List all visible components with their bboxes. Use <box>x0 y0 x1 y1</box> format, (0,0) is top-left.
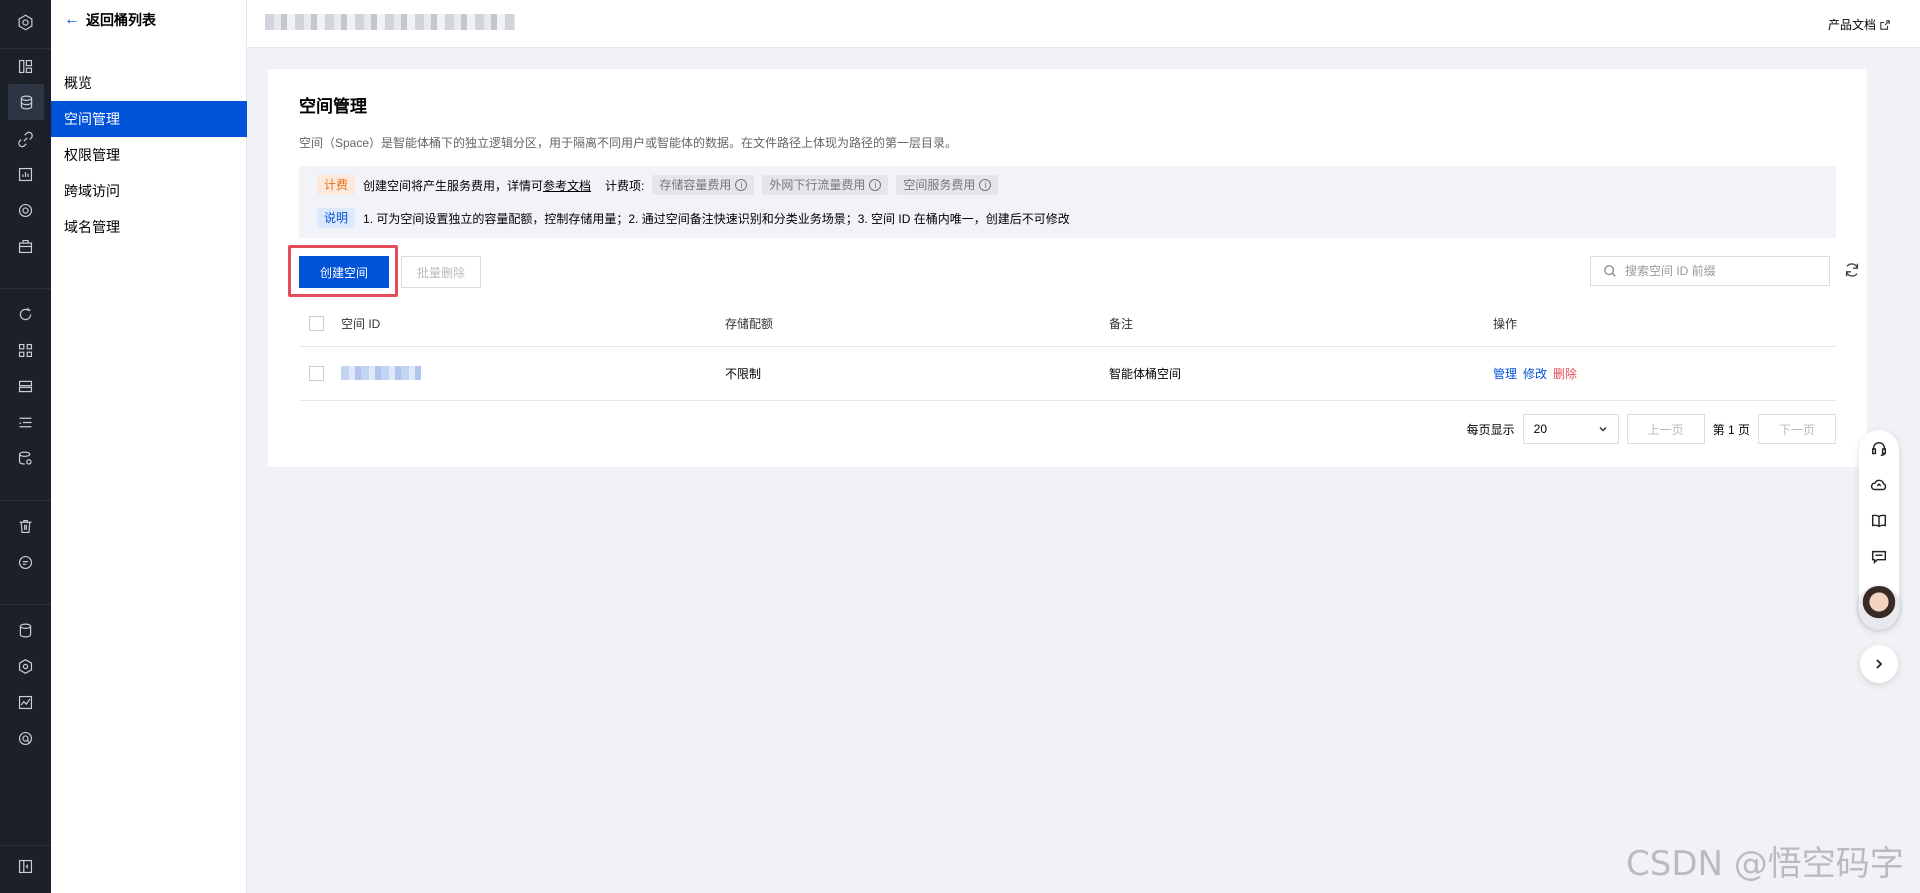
icon-rail <box>0 0 51 893</box>
back-label: 返回桶列表 <box>86 12 156 28</box>
edit-link[interactable]: 修改 <box>1523 367 1547 381</box>
info-icon: i <box>869 179 882 191</box>
note-tag: 说明 <box>317 208 356 228</box>
headset-support-icon[interactable] <box>1870 440 1888 458</box>
top-header: 产品文档 <box>247 0 1920 48</box>
table-header-row: 空间 ID 存储配额 备注 操作 <box>299 302 1836 347</box>
assistant-avatar[interactable] <box>1858 586 1900 628</box>
refresh-icon[interactable] <box>1843 261 1861 279</box>
next-page-button[interactable]: 下一页 <box>1758 414 1836 444</box>
sidebar-item-domain-management[interactable]: 域名管理 <box>51 209 247 245</box>
header-note: 备注 <box>1109 302 1493 347</box>
sidebar-menu: 概览 空间管理 权限管理 跨域访问 域名管理 <box>51 65 247 245</box>
search-icon <box>1604 265 1616 277</box>
prev-page-button[interactable]: 上一页 <box>1626 414 1705 444</box>
billing-item-traffic[interactable]: 外网下行流量费用 i <box>762 175 889 195</box>
sidebar-item-space-management[interactable]: 空间管理 <box>51 101 247 137</box>
info-icon: i <box>979 179 992 191</box>
note-row: 说明 1. 可为空间设置独立的容量配额，控制存储用量；2. 通过空间备注快速识别… <box>317 208 1070 228</box>
cell-actions: 管理 修改 删除 <box>1493 346 1836 401</box>
info-box: 计费 创建空间将产生服务费用，详情可参考文档 计费项: 存储容量费用 i 外网下行… <box>299 166 1836 238</box>
chevron-right-icon <box>1876 659 1883 669</box>
page-description: 空间（Space）是智能体桶下的独立逻辑分区，用于隔离不同用户或智能体的数据。在… <box>299 136 958 150</box>
info-icon: i <box>735 179 748 191</box>
page-size-select[interactable]: 20 <box>1522 414 1619 444</box>
batch-delete-button[interactable]: 批量删除 <box>401 256 481 288</box>
billing-tag: 计费 <box>317 175 356 195</box>
message-search-icon[interactable] <box>16 553 35 572</box>
pagination: 每页显示 20 上一页 第 1 页 下一页 <box>1467 414 1836 444</box>
layers-icon[interactable] <box>16 377 35 396</box>
sidebar-item-permission-management[interactable]: 权限管理 <box>51 137 247 173</box>
blurred-space-id[interactable] <box>341 366 421 381</box>
book-docs-icon[interactable] <box>1870 512 1888 530</box>
create-space-button[interactable]: 创建空间 <box>299 256 389 288</box>
blurred-bucket-name <box>265 14 515 30</box>
sidebar-item-cors[interactable]: 跨域访问 <box>51 173 247 209</box>
database-icon[interactable] <box>16 621 35 640</box>
search-refresh-icon[interactable] <box>16 305 35 324</box>
feedback-icon[interactable] <box>1870 548 1888 566</box>
monitor-chart-icon[interactable] <box>16 165 35 184</box>
arrow-left-icon: ← <box>64 11 80 28</box>
delete-link[interactable]: 删除 <box>1553 367 1577 381</box>
expand-toolbar-button[interactable] <box>1860 645 1898 683</box>
space-table: 空间 ID 存储配额 备注 操作 不限制 智能体桶空间 管理 修改 删除 <box>299 302 1836 401</box>
external-link-icon <box>1880 19 1890 30</box>
page-indicator: 第 1 页 <box>1712 422 1750 437</box>
product-doc-label: 产品文档 <box>1827 18 1876 32</box>
billing-items-label: 计费项: <box>605 178 645 193</box>
sidebar-item-overview[interactable]: 概览 <box>51 65 247 101</box>
link-icon[interactable] <box>16 130 35 149</box>
shield-hex-icon[interactable] <box>16 657 35 676</box>
product-doc-link[interactable]: 产品文档 <box>1828 16 1890 33</box>
watermark: CSDN @悟空码字 <box>1626 844 1904 884</box>
product-logo-icon[interactable] <box>16 13 35 32</box>
search-input[interactable] <box>1625 264 1815 278</box>
analytics-icon[interactable] <box>16 693 35 712</box>
back-to-bucket-list-link[interactable]: ← 返回桶列表 <box>64 10 156 30</box>
select-all-checkbox[interactable] <box>309 316 324 332</box>
database-settings-icon[interactable] <box>16 449 35 468</box>
apps-grid-icon[interactable] <box>16 341 35 360</box>
manage-link[interactable]: 管理 <box>1493 367 1517 381</box>
header-space-id: 空间 ID <box>341 302 725 347</box>
collapse-sidebar-icon[interactable] <box>16 857 35 876</box>
table-row: 不限制 智能体桶空间 管理 修改 删除 <box>299 346 1836 401</box>
billing-item-space-service[interactable]: 空间服务费用 i <box>896 175 999 195</box>
billing-item-storage[interactable]: 存储容量费用 i <box>652 175 755 195</box>
page-size-value: 20 <box>1533 422 1548 436</box>
main-card: 空间管理 空间（Space）是智能体桶下的独立逻辑分区，用于隔离不同用户或智能体… <box>268 69 1867 467</box>
task-list-icon[interactable] <box>16 413 35 432</box>
dashboard-icon[interactable] <box>16 57 35 76</box>
per-page-label: 每页显示 <box>1466 422 1515 437</box>
note-text: 1. 可为空间设置独立的容量配额，控制存储用量；2. 通过空间备注快速识别和分类… <box>363 211 1070 226</box>
audit-search-icon[interactable] <box>16 729 35 748</box>
storage-bucket-icon[interactable] <box>8 84 44 120</box>
billing-text: 创建空间将产生服务费用，详情可参考文档 <box>363 178 592 193</box>
reference-doc-link[interactable]: 参考文档 <box>543 179 591 193</box>
trash-icon[interactable] <box>16 517 35 536</box>
billing-row: 计费 创建空间将产生服务费用，详情可参考文档 计费项: 存储容量费用 i 外网下行… <box>317 175 999 195</box>
cloud-sync-icon[interactable] <box>1870 476 1888 494</box>
package-icon[interactable] <box>16 237 35 256</box>
secondary-sidebar: ← 返回桶列表 概览 空间管理 权限管理 跨域访问 域名管理 <box>51 0 247 893</box>
target-icon[interactable] <box>16 201 35 220</box>
chevron-down-icon <box>1599 426 1607 432</box>
search-box[interactable] <box>1590 256 1830 286</box>
header-actions: 操作 <box>1493 302 1836 347</box>
page-title: 空间管理 <box>299 97 367 116</box>
cell-quota: 不限制 <box>725 346 1109 401</box>
row-checkbox[interactable] <box>309 365 324 381</box>
header-storage-quota: 存储配额 <box>725 302 1109 347</box>
cell-note: 智能体桶空间 <box>1109 346 1493 401</box>
